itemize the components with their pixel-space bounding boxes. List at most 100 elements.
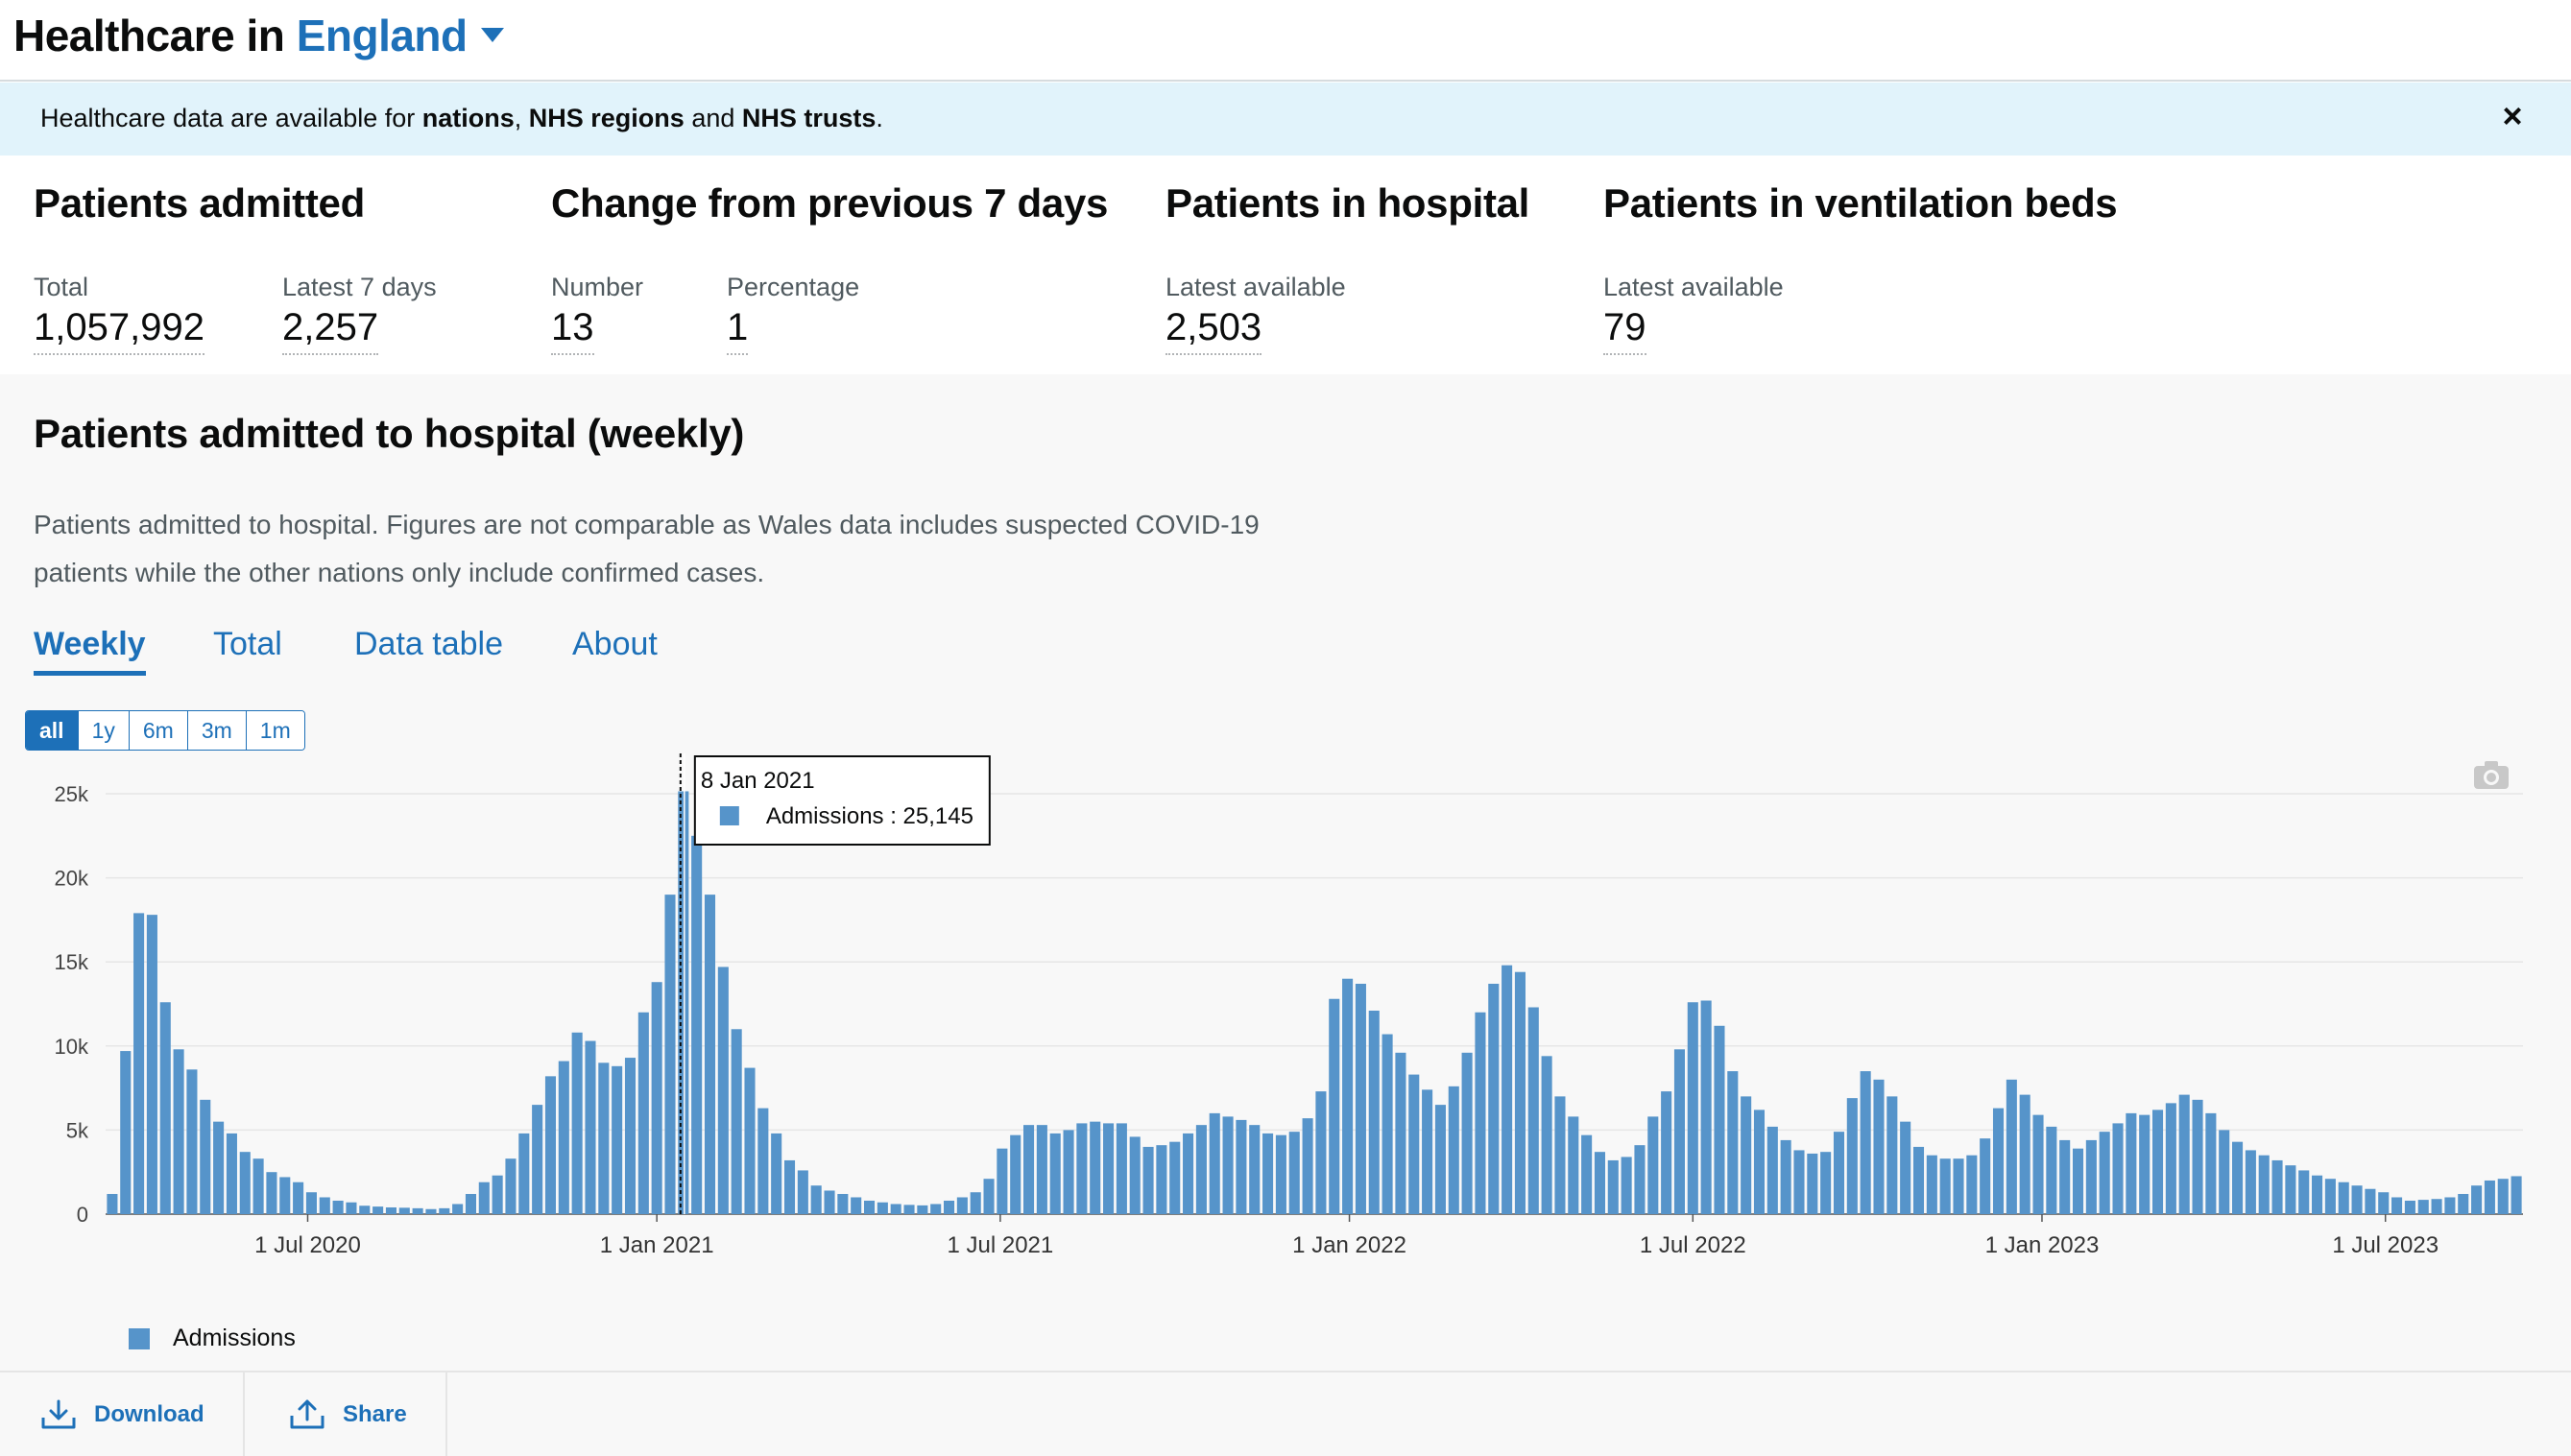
- bar: [1222, 1116, 1234, 1214]
- tab-data-table[interactable]: Data table: [354, 626, 503, 671]
- bar: [1315, 1091, 1327, 1214]
- y-tick-label: 25k: [55, 782, 89, 806]
- bar: [1912, 1146, 1925, 1214]
- bar: [1395, 1052, 1406, 1214]
- bar: [2219, 1130, 2230, 1214]
- bar: [1448, 1086, 1459, 1214]
- bar: [1581, 1134, 1593, 1214]
- bar: [2298, 1170, 2310, 1214]
- range-3m-button[interactable]: 3m: [187, 711, 247, 750]
- caret-down-icon[interactable]: [480, 28, 504, 43]
- bar: [1195, 1125, 1207, 1214]
- close-icon[interactable]: ×: [2496, 99, 2529, 133]
- metric-latest-value[interactable]: 2,257: [282, 306, 379, 355]
- bar: [518, 1133, 530, 1214]
- bar: [1900, 1121, 1911, 1214]
- headline-ventilation-beds: Patients in ventilation beds Latest avai…: [1603, 180, 2118, 355]
- x-tick-label: 1 Jul 2020: [254, 1232, 361, 1258]
- bar: [1673, 1049, 1686, 1214]
- bar: [598, 1062, 610, 1214]
- bar: [1090, 1121, 1101, 1214]
- tab-about[interactable]: About: [572, 626, 658, 671]
- metric-change-number: Number 13: [551, 273, 643, 355]
- bar: [1741, 1096, 1752, 1214]
- bar: [2178, 1094, 2190, 1214]
- bar: [903, 1205, 915, 1214]
- bar: [558, 1061, 569, 1214]
- metric-total: Total 1,057,992: [34, 273, 204, 355]
- area-selector[interactable]: England: [297, 11, 468, 60]
- bar: [1103, 1123, 1115, 1214]
- bar: [159, 1002, 171, 1214]
- bar: [983, 1179, 995, 1214]
- bar: [731, 1029, 742, 1214]
- bar: [532, 1105, 543, 1214]
- y-tick-label: 15k: [55, 950, 89, 974]
- bar: [1714, 1025, 1725, 1214]
- y-tick-label: 0: [77, 1203, 88, 1227]
- bar: [1288, 1132, 1300, 1214]
- bar: [1514, 971, 1526, 1214]
- bar: [346, 1202, 357, 1214]
- bar: [1766, 1126, 1778, 1214]
- bar: [1568, 1116, 1579, 1214]
- bar: [2378, 1192, 2390, 1214]
- metric-ventilation: Latest available 79: [1603, 273, 1784, 355]
- metric-ventilation-value[interactable]: 79: [1603, 306, 1646, 355]
- bar: [1262, 1133, 1274, 1214]
- page-header: Healthcare in England: [0, 0, 2571, 82]
- range-selector: all 1y 6m 3m 1m: [25, 710, 305, 751]
- bar: [1236, 1119, 1247, 1214]
- page-title-prefix: Healthcare in: [13, 11, 285, 60]
- bar: [452, 1204, 464, 1214]
- bar: [2351, 1185, 2363, 1214]
- toolbar-divider: [445, 1372, 447, 1456]
- bar: [439, 1207, 450, 1214]
- bar: [200, 1099, 211, 1214]
- bar: [1129, 1136, 1141, 1214]
- tab-total[interactable]: Total: [213, 626, 282, 671]
- bar: [1209, 1112, 1220, 1214]
- bar: [1860, 1071, 1871, 1214]
- range-all-button[interactable]: all: [26, 711, 79, 750]
- bar: [757, 1108, 769, 1214]
- share-button[interactable]: Share: [289, 1372, 407, 1456]
- bar: [637, 1012, 649, 1214]
- tab-weekly[interactable]: Weekly: [34, 626, 146, 676]
- bar: [465, 1193, 477, 1214]
- bar: [2312, 1175, 2323, 1214]
- metric-change-number-value[interactable]: 13: [551, 306, 594, 355]
- bar: [783, 1159, 796, 1214]
- bar: [2391, 1197, 2403, 1214]
- y-tick-label: 10k: [55, 1035, 89, 1059]
- headline-title: Patients in hospital: [1165, 180, 1530, 226]
- headline-change: Change from previous 7 days Number 13 Pe…: [551, 180, 1108, 355]
- bar: [1342, 978, 1354, 1214]
- x-tick-label: 1 Jan 2021: [600, 1232, 714, 1258]
- range-6m-button[interactable]: 6m: [129, 711, 188, 750]
- bar: [226, 1133, 237, 1214]
- tooltip-value: Admissions : 25,145: [766, 803, 973, 829]
- bar: [1980, 1138, 1991, 1214]
- bar: [2471, 1185, 2483, 1214]
- bar: [2165, 1103, 2176, 1214]
- metric-in-hospital-value[interactable]: 2,503: [1165, 306, 1262, 355]
- range-1m-button[interactable]: 1m: [246, 711, 304, 750]
- range-1y-button[interactable]: 1y: [78, 711, 130, 750]
- bar: [1846, 1098, 1858, 1214]
- bar: [1594, 1152, 1605, 1214]
- bar: [704, 895, 716, 1214]
- bar: [2431, 1199, 2442, 1214]
- bar: [1116, 1123, 1127, 1214]
- bar: [1607, 1159, 1619, 1214]
- download-button[interactable]: Download: [40, 1372, 204, 1456]
- bar: [2139, 1114, 2151, 1214]
- metric-change-percentage-value[interactable]: 1: [727, 306, 749, 355]
- chart-legend: Admissions: [129, 1325, 296, 1352]
- bar: [1873, 1079, 1885, 1214]
- bar: [146, 915, 157, 1214]
- legend-label-admissions[interactable]: Admissions: [173, 1325, 296, 1352]
- banner-message: Healthcare data are available for nation…: [40, 104, 883, 132]
- metric-total-value[interactable]: 1,057,992: [34, 306, 204, 355]
- page-title: Healthcare in England: [13, 10, 504, 61]
